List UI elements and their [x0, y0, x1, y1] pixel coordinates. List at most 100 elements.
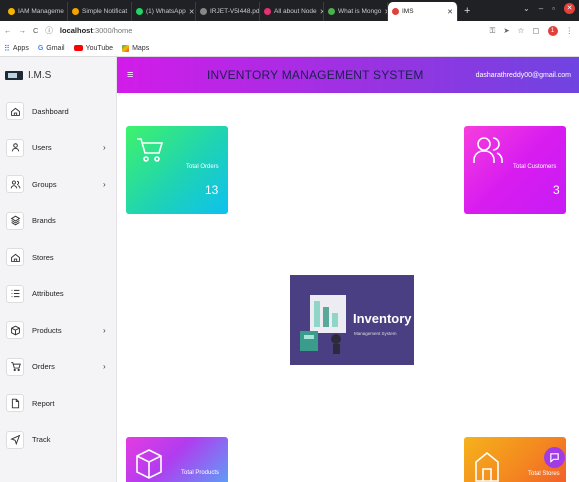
- tab-title: IAM Manageme: [18, 8, 64, 15]
- user-email[interactable]: dasharathreddy00@gmail.com: [476, 72, 571, 79]
- sidebar-item-stores[interactable]: Stores: [0, 239, 116, 276]
- bookmark-youtube[interactable]: YouTube: [73, 45, 113, 52]
- home-icon: [6, 248, 24, 267]
- tab-title: Simple Notificat: [82, 8, 128, 15]
- tab-favicon-icon: [8, 8, 15, 15]
- maps-icon: [122, 44, 130, 52]
- sidebar-item-products[interactable]: Products ›: [0, 312, 116, 349]
- box-icon: [6, 321, 24, 340]
- star-icon[interactable]: ☆: [518, 26, 525, 35]
- inventory-illustration-icon: [300, 295, 346, 354]
- sidebar-item-label: Report: [32, 398, 55, 408]
- tab-title: All about Node: [274, 8, 317, 15]
- youtube-icon: [73, 45, 83, 51]
- tab-favicon-icon: [264, 8, 271, 15]
- sidebar-item-dashboard[interactable]: Dashboard: [0, 93, 116, 130]
- browser-tab[interactable]: What is Mongo✕: [324, 2, 388, 21]
- chevron-right-icon: ›: [103, 362, 106, 372]
- sidebar-item-label: Stores: [32, 252, 54, 262]
- window-controls: ⌄ – ▫ ✕: [523, 3, 575, 14]
- google-icon: G: [37, 44, 44, 52]
- sidebar: I.M.S Dashboard Users › Groups › Brands Stores…: [0, 57, 117, 482]
- sidebar-item-attributes[interactable]: Attributes: [0, 276, 116, 313]
- address-bar: ← → C ⓘ localhost:3000/home ⚿ ➤ ☆ ▢ 1 ⋮: [0, 21, 579, 40]
- browser-tab-bar: IAM Manageme✕Simple Notificat✕(1) WhatsA…: [0, 0, 579, 21]
- tab-favicon-icon: [136, 8, 143, 15]
- key-icon[interactable]: ⚿: [490, 26, 496, 36]
- list-icon: [6, 284, 24, 303]
- browser-tab[interactable]: IAM Manageme✕: [4, 2, 68, 21]
- browser-tab[interactable]: All about Node✕: [260, 2, 324, 21]
- chat-icon: [550, 453, 559, 463]
- user-icon: [6, 138, 24, 157]
- brand-logo-icon: [5, 70, 23, 80]
- layers-icon: [6, 211, 24, 230]
- tab-favicon-icon: [72, 8, 79, 15]
- tab-favicon-icon: [200, 8, 207, 15]
- reload-icon[interactable]: C: [33, 26, 38, 35]
- total-stores-label: Total Stores: [528, 471, 560, 477]
- inventory-banner: Inventory Management System: [290, 275, 414, 365]
- total-products-card[interactable]: Total Products: [126, 437, 228, 482]
- box-icon: [136, 449, 162, 479]
- close-window-button[interactable]: ✕: [564, 3, 575, 14]
- info-icon[interactable]: ⓘ: [45, 25, 53, 36]
- bookmark-maps[interactable]: Maps: [122, 44, 149, 52]
- back-icon[interactable]: ←: [4, 26, 12, 35]
- tab-search-icon[interactable]: ⌄: [523, 4, 530, 13]
- url-field[interactable]: localhost:3000/home: [60, 26, 133, 35]
- menu-kebab-icon[interactable]: ⋮: [566, 26, 574, 35]
- home-icon: [475, 451, 499, 482]
- total-orders-card[interactable]: Total Orders 13: [126, 126, 228, 214]
- top-header: ≡ INVENTORY MANAGEMENT SYSTEM dasharathr…: [117, 57, 579, 93]
- bookmarks-bar: ⠿ Apps G Gmail YouTube Maps: [0, 40, 579, 57]
- sidebar-item-track[interactable]: Track: [0, 422, 116, 459]
- total-orders-value: 13: [205, 183, 219, 197]
- chevron-right-icon: ›: [103, 179, 106, 189]
- tab-close-icon[interactable]: ✕: [447, 8, 453, 16]
- sidebar-item-label: Groups: [32, 179, 57, 189]
- sidebar-item-label: Orders: [32, 362, 55, 372]
- hamburger-menu-icon[interactable]: ≡: [127, 69, 141, 81]
- sidebar-item-label: Users: [32, 143, 52, 153]
- tab-title: What is Mongo: [338, 8, 382, 15]
- sidebar-item-orders[interactable]: Orders ›: [0, 349, 116, 386]
- total-products-label: Total Products: [181, 470, 220, 476]
- sidebar-nav: Dashboard Users › Groups › Brands Stores Attrib…: [0, 93, 116, 458]
- profile-avatar[interactable]: 1: [547, 25, 558, 36]
- app: I.M.S Dashboard Users › Groups › Brands Stores…: [0, 57, 579, 482]
- total-customers-value: 3: [553, 183, 560, 197]
- bookmark-gmail[interactable]: G Gmail: [38, 45, 65, 52]
- sidebar-item-brands[interactable]: Brands: [0, 203, 116, 240]
- sidebar-item-label: Track: [32, 435, 51, 445]
- navigation-icon: [6, 430, 24, 449]
- tab-title: IMS: [402, 8, 414, 15]
- forward-icon[interactable]: →: [19, 26, 27, 35]
- chevron-right-icon: ›: [103, 143, 106, 153]
- sidebar-item-label: Dashboard: [32, 106, 69, 116]
- sidebar-item-report[interactable]: Report: [0, 385, 116, 422]
- tab-title: (1) WhatsApp: [146, 8, 186, 15]
- extensions-icon[interactable]: ▢: [532, 26, 539, 35]
- cart-icon: [6, 357, 24, 376]
- home-icon: [6, 102, 24, 121]
- sidebar-item-label: Attributes: [32, 289, 64, 299]
- share-icon[interactable]: ➤: [503, 26, 509, 35]
- bookmark-apps[interactable]: ⠿ Apps: [4, 44, 29, 53]
- sidebar-item-groups[interactable]: Groups ›: [0, 166, 116, 203]
- browser-tab[interactable]: (1) WhatsApp ✕: [132, 2, 196, 21]
- chat-button[interactable]: [544, 447, 565, 468]
- minimize-button[interactable]: –: [539, 4, 543, 13]
- browser-tab[interactable]: Simple Notificat✕: [68, 2, 132, 21]
- browser-tab[interactable]: IMS ✕: [388, 2, 458, 21]
- browser-tab[interactable]: IRJET-V5I448.pd✕: [196, 2, 260, 21]
- maximize-button[interactable]: ▫: [552, 4, 555, 13]
- banner-subtitle: Management System: [354, 331, 397, 336]
- sidebar-item-users[interactable]: Users ›: [0, 130, 116, 167]
- new-tab-button[interactable]: +: [458, 2, 476, 21]
- tab-favicon-icon: [328, 8, 335, 15]
- tab-close-icon[interactable]: ✕: [189, 8, 195, 16]
- brand[interactable]: I.M.S: [0, 57, 116, 93]
- total-customers-card[interactable]: Total Customers 3: [464, 126, 566, 214]
- banner-title: Inventory: [353, 311, 412, 326]
